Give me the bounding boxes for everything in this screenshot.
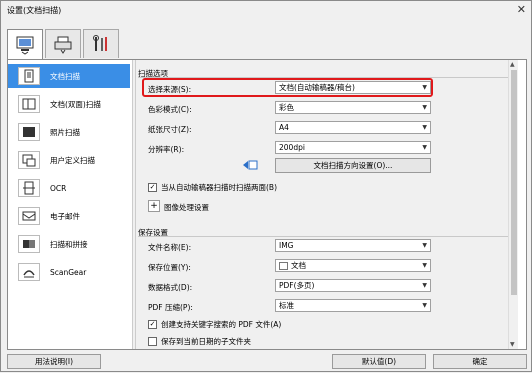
main-frame: 文档扫描 文档(双面)扫描 照片扫描 用户定义扫描 OCR 电子邮件 扫描和拼接…	[7, 59, 527, 350]
sidebar-item-stitch[interactable]: 扫描和拼接	[8, 232, 130, 256]
sidebar-item-label: 文档(双面)扫描	[50, 99, 101, 109]
data-format-value: PDF(多页)	[279, 281, 315, 290]
folder-icon	[279, 262, 288, 270]
color-mode-value: 彩色	[279, 103, 294, 112]
chevron-down-icon: ▼	[422, 144, 427, 151]
settings-content: 扫描选项 选择来源(S): 文档(自动输稿器/稿台) ▼ 色彩模式(C): 彩色 ▼…	[136, 60, 518, 349]
defaults-button[interactable]: 默认值(D)	[332, 354, 426, 369]
tools-icon	[93, 35, 107, 51]
scangear-icon	[18, 263, 40, 281]
scroll-up-icon[interactable]: ▲	[510, 61, 515, 68]
adf-both-sides-checkbox[interactable]: ✓ 当从自动输稿器扫描时扫描两面(B)	[148, 182, 277, 193]
expand-image-processing-button[interactable]: +	[148, 200, 160, 212]
pdf-compression-label: PDF 压缩(P):	[148, 303, 193, 312]
save-settings-divider	[138, 236, 514, 237]
chevron-down-icon: ▼	[422, 262, 427, 269]
vertical-scrollbar[interactable]: ▲ ▼	[508, 60, 518, 349]
orientation-icon	[242, 159, 258, 173]
save-location-label: 保存位置(Y):	[148, 263, 191, 272]
chevron-down-icon: ▼	[422, 242, 427, 249]
checkbox-box	[148, 337, 157, 346]
ok-button[interactable]: 确定	[433, 354, 527, 369]
sidebar-item-document-scan[interactable]: 文档扫描	[8, 64, 130, 88]
data-format-select[interactable]: PDF(多页) ▼	[275, 279, 431, 292]
help-button[interactable]: 用法说明(I)	[7, 354, 101, 369]
sidebar-item-label: OCR	[50, 183, 67, 193]
sidebar-item-scangear[interactable]: ScanGear	[8, 260, 130, 284]
pdf-compression-select[interactable]: 标准 ▼	[275, 299, 431, 312]
paper-size-value: A4	[279, 123, 289, 132]
photo-icon	[18, 123, 40, 141]
sidebar-item-label: 用户定义扫描	[50, 155, 95, 165]
scrollbar-thumb[interactable]	[511, 70, 517, 295]
keyword-pdf-checkbox[interactable]: ✓ 创建支持关键字搜索的 PDF 文件(A)	[148, 319, 281, 330]
duplex-document-icon	[18, 95, 40, 113]
date-subfolder-label: 保存到当前日期的子文件夹	[161, 337, 251, 346]
orientation-settings-button[interactable]: 文档扫描方向设置(O)...	[275, 158, 431, 173]
checkbox-box: ✓	[148, 183, 157, 192]
sidebar-item-label: 扫描和拼接	[50, 239, 88, 249]
date-subfolder-checkbox[interactable]: 保存到当前日期的子文件夹	[148, 336, 251, 347]
checkbox-box: ✓	[148, 320, 157, 329]
tab-general-settings[interactable]	[83, 29, 119, 58]
resolution-select[interactable]: 200dpi ▼	[275, 141, 431, 154]
stitch-icon	[18, 235, 40, 253]
filename-select[interactable]: IMG ▼	[275, 239, 431, 252]
adf-both-sides-label: 当从自动输稿器扫描时扫描两面(B)	[161, 183, 277, 192]
sidebar-item-label: 照片扫描	[50, 127, 80, 137]
tab-scan-from-panel[interactable]	[45, 29, 81, 58]
chevron-down-icon: ▼	[422, 84, 427, 91]
sidebar-item-photo-scan[interactable]: 照片扫描	[8, 120, 130, 144]
paper-size-select[interactable]: A4 ▼	[275, 121, 431, 134]
scroll-down-icon[interactable]: ▼	[510, 341, 515, 348]
sidebar-item-duplex-scan[interactable]: 文档(双面)扫描	[8, 92, 130, 116]
resolution-label: 分辨率(R):	[148, 145, 185, 154]
sidebar-item-label: 电子邮件	[50, 211, 80, 221]
tab-scan-from-computer[interactable]	[7, 29, 43, 60]
footer-bar: 用法说明(I) 默认值(D) 确定	[1, 351, 532, 373]
ocr-icon	[18, 179, 40, 197]
computer-scan-icon	[16, 36, 34, 55]
source-value: 文档(自动输稿器/稿台)	[279, 83, 355, 92]
resolution-value: 200dpi	[279, 143, 305, 152]
email-icon	[18, 207, 40, 225]
sidebar-item-label: 文档扫描	[50, 71, 80, 81]
chevron-down-icon: ▼	[422, 282, 427, 289]
save-location-select[interactable]: 文档 ▼	[275, 259, 431, 272]
source-select[interactable]: 文档(自动输稿器/稿台) ▼	[275, 81, 431, 94]
scanner-icon	[54, 36, 72, 54]
color-mode-label: 色彩模式(C):	[148, 105, 192, 114]
paper-size-label: 纸张尺寸(Z):	[148, 125, 192, 134]
sidebar-item-email[interactable]: 电子邮件	[8, 204, 130, 228]
custom-scan-icon	[18, 151, 40, 169]
scan-mode-sidebar: 文档扫描 文档(双面)扫描 照片扫描 用户定义扫描 OCR 电子邮件 扫描和拼接…	[8, 60, 132, 349]
image-processing-label: 图像处理设置	[164, 203, 209, 212]
chevron-down-icon: ▼	[422, 104, 427, 111]
chevron-down-icon: ▼	[422, 302, 427, 309]
source-label: 选择来源(S):	[148, 85, 192, 94]
close-icon[interactable]: ✕	[517, 3, 526, 16]
data-format-label: 数据格式(D):	[148, 283, 193, 292]
window-title: 设置(文档扫描)	[7, 6, 62, 15]
settings-window: 设置(文档扫描) ✕ 文档扫描 文档(双面)扫描 照片扫描 用户定义扫描 OCR…	[0, 0, 532, 372]
document-icon	[18, 67, 40, 85]
chevron-down-icon: ▼	[422, 124, 427, 131]
sidebar-item-label: ScanGear	[50, 267, 87, 277]
filename-value: IMG	[279, 241, 294, 250]
color-mode-select[interactable]: 彩色 ▼	[275, 101, 431, 114]
sidebar-item-ocr[interactable]: OCR	[8, 176, 130, 200]
sidebar-item-custom-scan[interactable]: 用户定义扫描	[8, 148, 130, 172]
pdf-compression-value: 标准	[279, 301, 294, 310]
save-location-value: 文档	[291, 261, 306, 270]
keyword-pdf-label: 创建支持关键字搜索的 PDF 文件(A)	[161, 320, 282, 329]
filename-label: 文件名称(E):	[148, 243, 192, 252]
